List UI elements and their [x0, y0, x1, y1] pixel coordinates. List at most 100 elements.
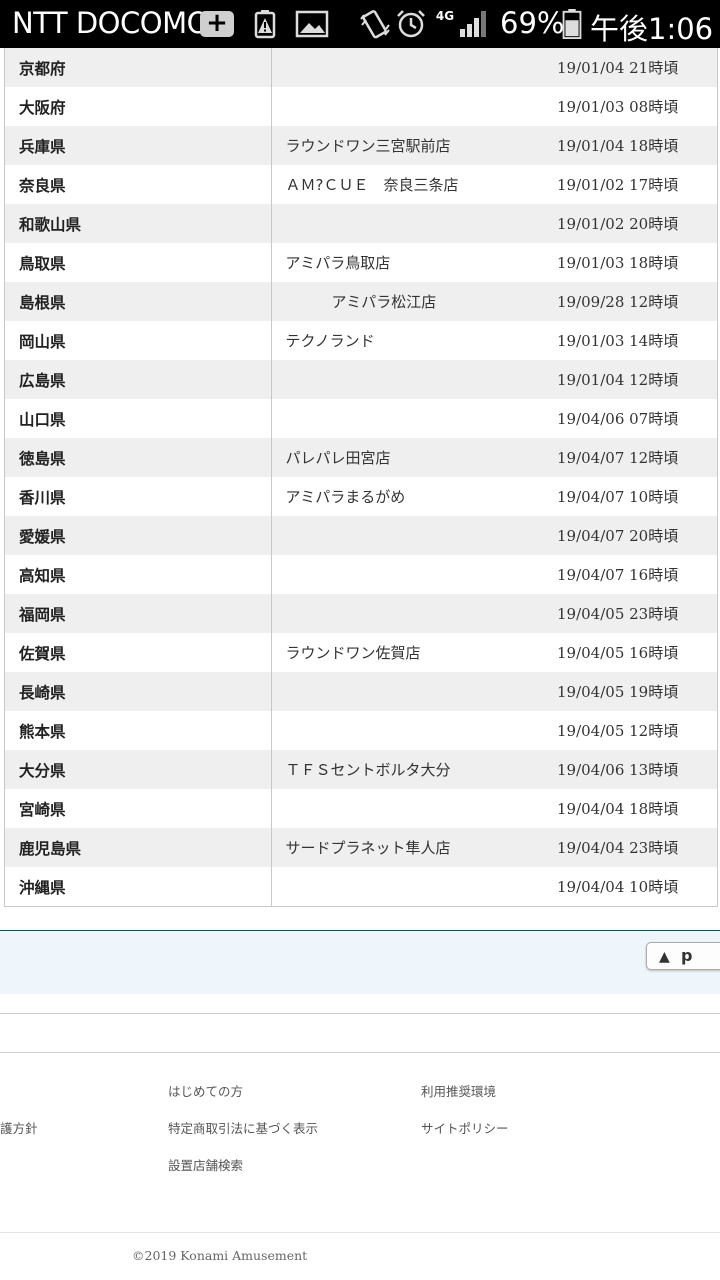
datetime-cell: 19/04/06 07時頃	[557, 410, 679, 428]
table-row: 和歌山県 19/01/02 20時頃	[5, 204, 717, 243]
datetime-cell: 19/01/03 18時頃	[557, 254, 679, 272]
datetime-cell: 19/01/02 17時頃	[557, 176, 679, 194]
divider	[0, 1232, 720, 1233]
battery-warning-icon	[254, 10, 276, 39]
datetime-cell: 19/04/07 12時頃	[543, 438, 717, 477]
store-cell	[271, 87, 543, 126]
prefecture-cell: 高知県	[5, 555, 272, 594]
table-row: 香川県 アミパラまるがめ 19/04/07 10時頃	[5, 477, 717, 516]
prefecture-cell: 岡山県	[5, 321, 272, 360]
footer-link-beginners[interactable]: はじめての方	[168, 1081, 243, 1100]
datetime-cell: 19/04/05 19時頃	[543, 672, 717, 711]
footer-link-environment[interactable]: 利用推奨環境	[421, 1081, 496, 1100]
datetime-cell: 19/01/04 21時頃	[543, 48, 717, 87]
prefecture-cell: 山口県	[5, 399, 272, 438]
table-row: 山口県 19/04/06 07時頃	[5, 399, 717, 438]
image-icon	[295, 10, 329, 38]
table-row: 岡山県 テクノランド 19/01/03 14時頃	[5, 321, 717, 360]
table-row: 佐賀県 ラウンドワン佐賀店 19/04/05 16時頃	[5, 633, 717, 672]
prefecture-cell: 島根県	[5, 282, 272, 321]
prefecture-cell: 福岡県	[5, 594, 272, 633]
prefecture-cell: 沖縄県	[5, 867, 272, 906]
clock: 午後1:06	[590, 12, 714, 46]
table-row: 長崎県 19/04/05 19時頃	[5, 672, 717, 711]
table-row: 熊本県 19/04/05 12時頃	[5, 711, 717, 750]
store-cell	[271, 360, 543, 399]
plus-icon: +	[200, 10, 234, 37]
prefecture-cell: 香川県	[5, 477, 272, 516]
store-table: 京都府 19/01/04 21時頃 大阪府 19/01/03 08時頃 兵庫県 ラウンドワ…	[4, 48, 718, 907]
store-cell	[271, 672, 543, 711]
status-bar: NTT DOCOMO + 4G 69% 午後1:06	[0, 0, 720, 48]
store-cell: アミパラまるがめ	[285, 488, 406, 506]
battery-icon	[562, 9, 582, 39]
up-arrow-icon: ▲	[659, 949, 670, 965]
store-cell	[271, 399, 543, 438]
store-cell: ラウンドワン佐賀店	[285, 644, 421, 662]
store-cell: ラウンドワン三宮駅前店	[271, 126, 543, 165]
prefecture-cell: 大阪府	[5, 87, 272, 126]
prefecture-cell: 兵庫県	[5, 126, 272, 165]
store-cell	[271, 516, 543, 555]
prefecture-cell: 熊本県	[5, 711, 272, 750]
datetime-cell: 19/04/07 20時頃	[543, 516, 717, 555]
footer-link-store-search[interactable]: 設置店舗検索	[168, 1155, 243, 1174]
store-cell	[271, 867, 543, 906]
table-row: 高知県 19/04/07 16時頃	[5, 555, 717, 594]
store-cell	[271, 204, 543, 243]
datetime-cell: 19/04/04 23時頃	[543, 828, 717, 867]
prefecture-cell: 佐賀県	[5, 633, 272, 672]
datetime-cell: 19/04/05 23時頃	[543, 594, 717, 633]
table-row: 大阪府 19/01/03 08時頃	[5, 87, 717, 126]
datetime-cell: 19/04/07 16時頃	[557, 566, 679, 584]
table-row: 島根県 アミパラ松江店 19/09/28 12時頃	[5, 282, 717, 321]
store-cell	[271, 711, 543, 750]
footer-link-site-policy[interactable]: サイトポリシー	[421, 1118, 509, 1137]
page-top-button[interactable]: ▲ p	[646, 942, 720, 970]
page-top-band	[0, 930, 720, 994]
store-cell: テクノランド	[285, 332, 375, 350]
store-cell: アミパラ松江店	[271, 282, 543, 321]
vibrate-icon	[360, 10, 390, 39]
table-row: 広島県 19/01/04 12時頃	[5, 360, 717, 399]
table-row: 鹿児島県 サードプラネット隼人店 19/04/04 23時頃	[5, 828, 717, 867]
store-cell: パレパレ田宮店	[271, 438, 543, 477]
table-row: 京都府 19/01/04 21時頃	[5, 48, 717, 87]
table-row: 大分県 ＴＦＳセントボルタ大分 19/04/06 13時頃	[5, 750, 717, 789]
store-cell: サードプラネット隼人店	[271, 828, 543, 867]
page-top-label: p	[681, 946, 693, 965]
table-row: 沖縄県 19/04/04 10時頃	[5, 867, 717, 906]
carrier-name: NTT DOCOMO	[12, 6, 209, 40]
store-cell: アミパラ鳥取店	[285, 254, 391, 272]
footer-link-commerce-law[interactable]: 特定商取引法に基づく表示	[168, 1118, 318, 1137]
footer-link-privacy[interactable]: 護方針	[0, 1118, 38, 1137]
prefecture-cell: 奈良県	[5, 165, 272, 204]
prefecture-cell: 鳥取県	[5, 243, 272, 282]
store-cell: ＡＭ?ＣＵＥ 奈良三条店	[285, 176, 459, 194]
prefecture-cell: 徳島県	[5, 438, 272, 477]
store-cell	[271, 594, 543, 633]
store-cell	[271, 555, 543, 594]
battery-percent: 69%	[500, 6, 565, 40]
datetime-cell: 19/01/04 12時頃	[543, 360, 717, 399]
store-table-body: 京都府 19/01/04 21時頃 大阪府 19/01/03 08時頃 兵庫県 ラウンドワ…	[5, 48, 717, 906]
table-row: 徳島県 パレパレ田宮店 19/04/07 12時頃	[5, 438, 717, 477]
datetime-cell: 19/04/04 10時頃	[557, 878, 679, 896]
datetime-cell: 19/01/04 18時頃	[543, 126, 717, 165]
store-cell	[271, 48, 543, 87]
datetime-cell: 19/01/03 14時頃	[557, 332, 679, 350]
table-row: 愛媛県 19/04/07 20時頃	[5, 516, 717, 555]
datetime-cell: 19/04/06 13時頃	[543, 750, 717, 789]
table-row: 福岡県 19/04/05 23時頃	[5, 594, 717, 633]
signal-icon	[460, 11, 486, 37]
prefecture-cell: 和歌山県	[5, 204, 272, 243]
datetime-cell: 19/01/02 20時頃	[543, 204, 717, 243]
prefecture-cell: 愛媛県	[5, 516, 272, 555]
network-type: 4G	[435, 9, 455, 23]
alarm-icon	[397, 10, 425, 38]
datetime-cell: 19/09/28 12時頃	[543, 282, 717, 321]
prefecture-cell: 大分県	[5, 750, 272, 789]
store-cell: ＴＦＳセントボルタ大分	[271, 750, 543, 789]
store-cell	[271, 789, 543, 828]
datetime-cell: 19/04/07 10時頃	[557, 488, 679, 506]
